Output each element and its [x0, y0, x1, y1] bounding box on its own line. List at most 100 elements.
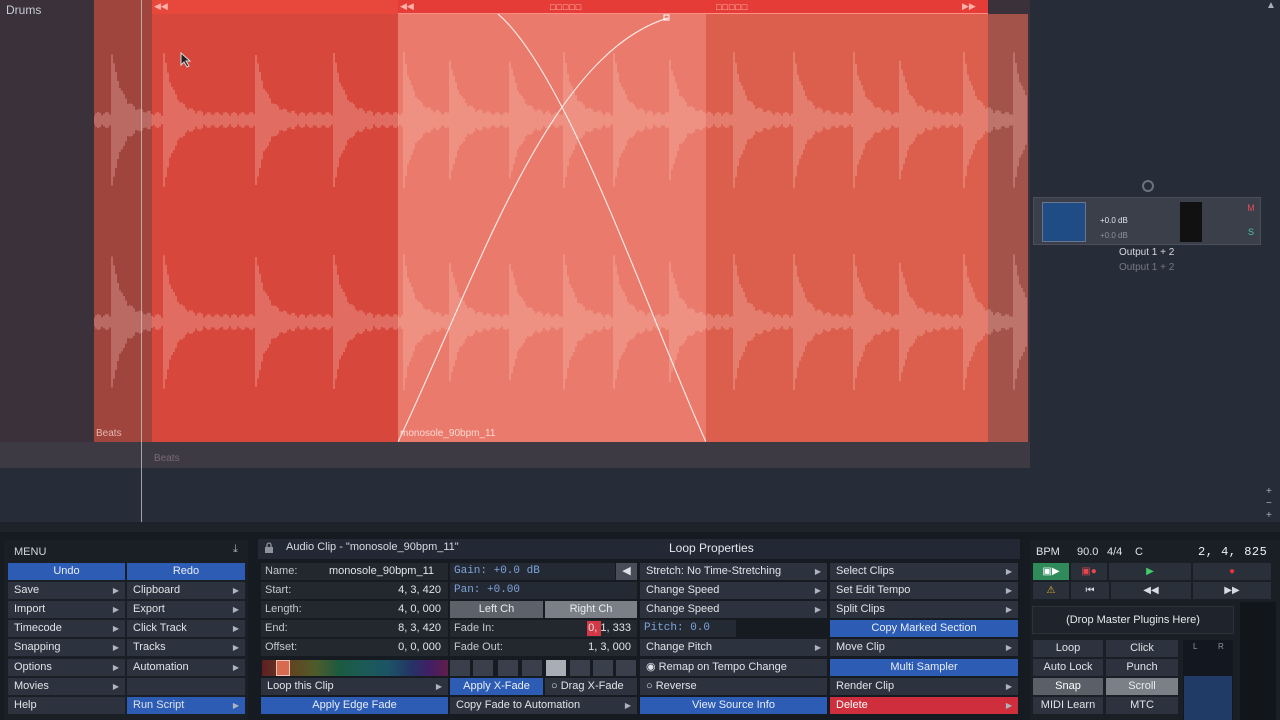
- menu-item-tracks[interactable]: Tracks ▶: [127, 639, 245, 656]
- fade-in-input[interactable]: 0, 1, 333: [545, 622, 631, 634]
- copy-marked-section-button[interactable]: Copy Marked Section: [830, 620, 1018, 637]
- loop-button[interactable]: Loop: [1033, 640, 1103, 657]
- bpm-value[interactable]: 90.0: [1077, 546, 1098, 558]
- download-icon[interactable]: ⤓: [233, 543, 238, 556]
- fit-icon[interactable]: +: [1266, 510, 1272, 521]
- crossfade-curves[interactable]: [398, 14, 706, 442]
- track-name[interactable]: Drums: [6, 3, 41, 17]
- end-input[interactable]: 8, 3, 420: [355, 622, 441, 634]
- mtc-button[interactable]: MTC: [1106, 697, 1178, 714]
- fade-out-shape-convex-icon[interactable]: [593, 660, 613, 676]
- delete-menu[interactable]: Delete ▶: [830, 697, 1018, 714]
- track-mixer-strip[interactable]: +0.0 dB +0.0 dB M S: [1033, 197, 1261, 245]
- master-volume-fader[interactable]: [1184, 676, 1232, 720]
- click-button[interactable]: Click: [1106, 640, 1178, 657]
- clip-left-arrow-icon[interactable]: ◀◀: [400, 1, 414, 12]
- multi-sampler-button[interactable]: Multi Sampler: [830, 659, 1018, 676]
- change-pitch-dropdown[interactable]: Change Pitch ▶: [640, 639, 827, 656]
- fade-shape-convex-icon[interactable]: [473, 660, 493, 676]
- fade-shape-selected-icon[interactable]: [546, 660, 566, 676]
- gain-reset-icon[interactable]: ◀: [616, 563, 637, 580]
- remap-tempo-toggle[interactable]: ◉ Remap on Tempo Change: [640, 659, 827, 676]
- undo-button[interactable]: Undo: [8, 563, 125, 580]
- punch-button[interactable]: Punch: [1106, 659, 1178, 676]
- change-speed-button[interactable]: Change Speed ▶: [640, 601, 827, 618]
- render-clip-menu[interactable]: Render Clip ▶: [830, 678, 1018, 695]
- menu-item-automation[interactable]: Automation ▶: [127, 659, 245, 676]
- fade-shape-linear-icon[interactable]: [450, 660, 470, 676]
- apply-x-fade-button[interactable]: Apply X-Fade: [450, 678, 543, 695]
- fade-shape-scurve-icon[interactable]: [522, 660, 542, 676]
- clip-color-selected[interactable]: [276, 660, 290, 676]
- go-to-start-icon[interactable]: ⏮: [1071, 582, 1109, 599]
- lock-icon[interactable]: [263, 542, 275, 554]
- menu-item-import[interactable]: Import ▶: [8, 601, 125, 618]
- playhead[interactable]: [141, 0, 142, 522]
- solo-button[interactable]: S: [1244, 226, 1258, 238]
- snap-button[interactable]: Snap: [1033, 678, 1103, 695]
- menu-item-options[interactable]: Options ▶: [8, 659, 125, 676]
- scroll-button[interactable]: Scroll: [1106, 678, 1178, 695]
- track-volume-meter[interactable]: [1042, 202, 1086, 242]
- mute-button[interactable]: M: [1244, 202, 1258, 214]
- change-speed-dropdown[interactable]: Change Speed ▶: [640, 582, 827, 599]
- menu-item-snapping[interactable]: Snapping ▶: [8, 639, 125, 656]
- play-icon[interactable]: ▶: [1109, 563, 1191, 580]
- auto-lock-button[interactable]: Auto Lock: [1033, 659, 1103, 676]
- move-clip-menu[interactable]: Move Clip ▶: [830, 639, 1018, 656]
- menu-item-timecode[interactable]: Timecode ▶: [8, 620, 125, 637]
- position-display[interactable]: 2, 4, 825: [1198, 545, 1267, 559]
- redo-button[interactable]: Redo: [127, 563, 245, 580]
- pan-knob-icon[interactable]: [1142, 180, 1154, 192]
- pitch-field[interactable]: Pitch: 0.0: [640, 620, 736, 637]
- menu-item-export[interactable]: Export ▶: [127, 601, 245, 618]
- menu-item-clipboard[interactable]: Clipboard ▶: [127, 582, 245, 599]
- loop-this-clip-button[interactable]: Loop this Clip ▶: [261, 678, 448, 695]
- arrange-view[interactable]: ◀◀ ◀◀ ▶▶ □□□□□ □□□□□ Beats monosole_90bp…: [0, 0, 1280, 522]
- midi-learn-button[interactable]: MIDI Learn: [1033, 697, 1103, 714]
- clip-header-selected[interactable]: [398, 0, 988, 14]
- reverse-toggle[interactable]: ○ Reverse: [640, 678, 827, 695]
- clip-right-arrow-icon[interactable]: ▶▶: [962, 1, 976, 12]
- fade-out-shape-linear-icon[interactable]: [570, 660, 590, 676]
- menu-item-movies[interactable]: Movies ▶: [8, 678, 125, 695]
- select-clips-menu[interactable]: Select Clips ▶: [830, 563, 1018, 580]
- fast-forward-icon[interactable]: ▶▶: [1193, 582, 1271, 599]
- key-signature[interactable]: C: [1135, 546, 1143, 558]
- zoom-out-icon[interactable]: −: [1266, 498, 1272, 509]
- clip-header-buttons-icon[interactable]: □□□□□: [716, 2, 748, 12]
- view-source-info-button[interactable]: View Source Info: [640, 697, 827, 714]
- split-clips-menu[interactable]: Split Clips ▶: [830, 601, 1018, 618]
- loop-mode-icon[interactable]: ▣▶: [1033, 563, 1069, 580]
- gain-field[interactable]: Gain: +0.0 dB: [450, 563, 615, 580]
- clip-header-buttons-icon[interactable]: □□□□□: [550, 2, 582, 12]
- fade-out-shape-concave-icon[interactable]: [616, 660, 636, 676]
- right-channel-button[interactable]: Right Ch: [545, 601, 637, 618]
- rewind-icon[interactable]: ◀◀: [1111, 582, 1191, 599]
- apply-edge-fade-button[interactable]: Apply Edge Fade: [261, 697, 448, 714]
- record-mode-icon[interactable]: ▣●: [1071, 563, 1107, 580]
- menu-item-click-track[interactable]: Click Track ▶: [127, 620, 245, 637]
- set-edit-tempo-menu[interactable]: Set Edit Tempo ▶: [830, 582, 1018, 599]
- scroll-up-icon[interactable]: ▲: [1266, 0, 1276, 11]
- clip-left-arrow-icon[interactable]: ◀◀: [154, 1, 168, 12]
- start-input[interactable]: 4, 3, 420: [355, 584, 441, 596]
- length-input[interactable]: 4, 0, 000: [355, 603, 441, 615]
- menu-item-help[interactable]: Help: [8, 697, 125, 714]
- record-icon[interactable]: ●: [1193, 563, 1271, 580]
- menu-item-save[interactable]: Save ▶: [8, 582, 125, 599]
- menu-item-run-script[interactable]: Run Script ▶: [127, 697, 245, 714]
- time-signature[interactable]: 4/4: [1107, 546, 1122, 558]
- zoom-in-icon[interactable]: +: [1266, 486, 1272, 497]
- fade-shape-concave-icon[interactable]: [498, 660, 518, 676]
- copy-fade-to-automation-button[interactable]: Copy Fade to Automation ▶: [450, 697, 637, 714]
- pan-field[interactable]: Pan: +0.00: [450, 582, 637, 599]
- drag-x-fade-button[interactable]: ○ Drag X-Fade: [545, 678, 637, 695]
- warning-icon[interactable]: ⚠: [1033, 582, 1069, 599]
- stretch-mode-dropdown[interactable]: Stretch: No Time-Stretching ▶: [640, 563, 827, 580]
- clip-name-input[interactable]: monosole_90bpm_11: [300, 565, 434, 577]
- offset-input[interactable]: 0, 0, 000: [355, 641, 441, 653]
- left-channel-button[interactable]: Left Ch: [450, 601, 543, 618]
- fade-out-input[interactable]: 1, 3, 000: [545, 641, 631, 653]
- master-plugins-dropzone[interactable]: (Drop Master Plugins Here): [1032, 606, 1234, 634]
